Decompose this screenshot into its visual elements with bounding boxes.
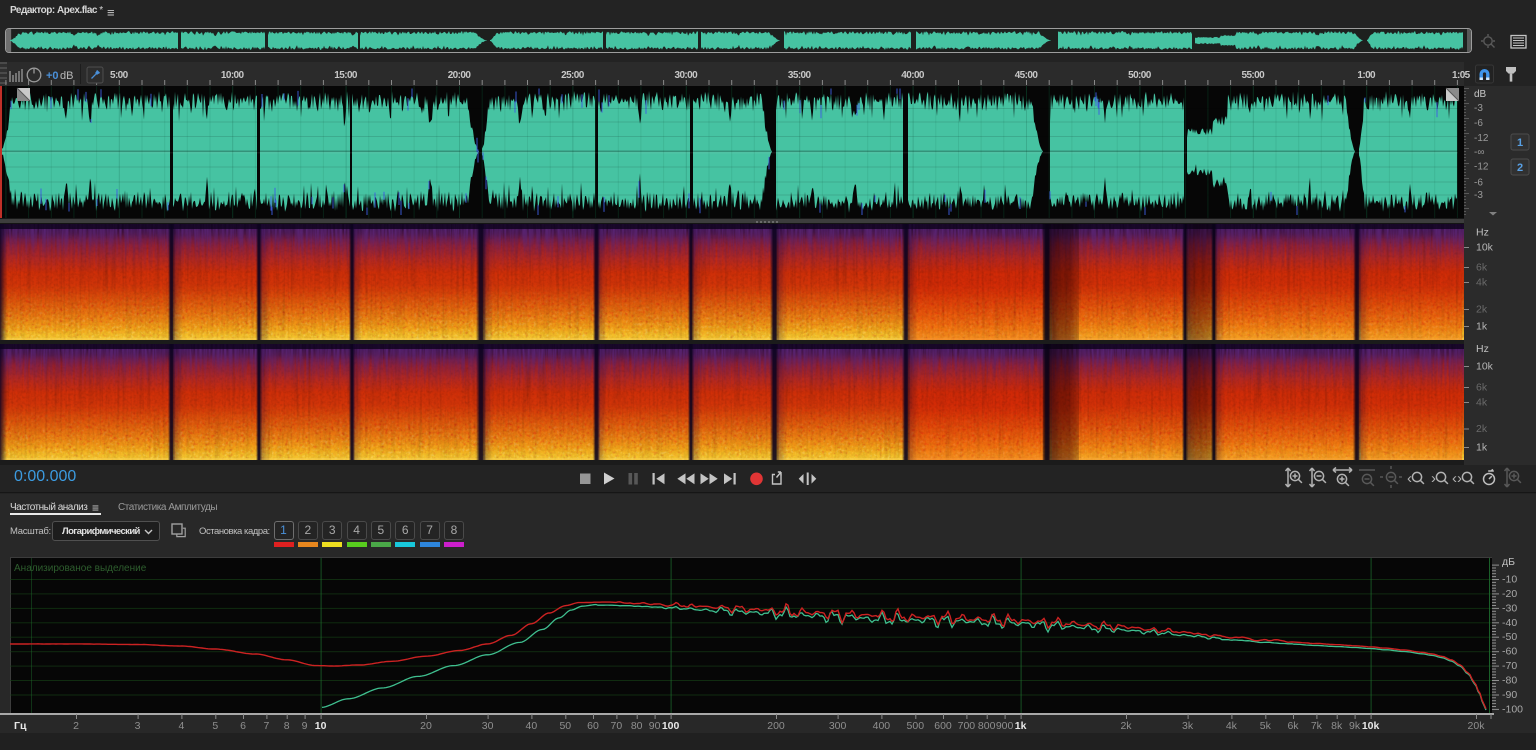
svg-text:70: 70 [611,720,623,732]
svg-text:10k: 10k [1362,720,1380,732]
svg-text:-50: -50 [1502,631,1517,643]
svg-text:5: 5 [212,720,218,732]
svg-text:2: 2 [73,720,79,732]
svg-text:3k: 3k [1182,720,1194,732]
svg-text:4k: 4k [1226,720,1238,732]
svg-text:400: 400 [873,720,891,732]
svg-text:5k: 5k [1260,720,1272,732]
svg-text:80: 80 [631,720,643,732]
svg-text:20k: 20k [1468,720,1486,732]
svg-text:-30: -30 [1502,602,1517,614]
svg-text:40: 40 [526,720,538,732]
svg-text:60: 60 [587,720,599,732]
svg-text:600: 600 [934,720,952,732]
svg-text:4: 4 [178,720,184,732]
svg-text:8: 8 [284,720,290,732]
svg-text:500: 500 [907,720,925,732]
svg-text:200: 200 [767,720,785,732]
svg-text:6: 6 [240,720,246,732]
svg-text:30: 30 [482,720,494,732]
svg-text:-10: -10 [1502,574,1517,586]
svg-text:7k: 7k [1311,720,1323,732]
svg-text:9k: 9k [1349,720,1361,732]
svg-text:2k: 2k [1120,720,1132,732]
svg-text:-90: -90 [1502,689,1517,701]
svg-text:-40: -40 [1502,617,1517,629]
svg-text:100: 100 [662,720,680,732]
svg-text:20: 20 [420,720,432,732]
svg-text:6k: 6k [1287,720,1299,732]
svg-text:9: 9 [302,720,308,732]
svg-text:50: 50 [559,720,571,732]
svg-text:300: 300 [829,720,847,732]
svg-text:8k: 8k [1331,720,1343,732]
svg-text:3: 3 [135,720,141,732]
svg-text:800: 800 [978,720,996,732]
svg-text:-20: -20 [1502,588,1517,600]
svg-text:700: 700 [958,720,976,732]
svg-text:-80: -80 [1502,675,1517,687]
svg-text:90: 90 [649,720,661,732]
svg-text:Анализированое выделение: Анализированое выделение [14,563,147,574]
svg-text:7: 7 [263,720,269,732]
svg-text:900: 900 [996,720,1014,732]
svg-text:-70: -70 [1502,660,1517,672]
svg-text:дБ: дБ [1502,556,1515,568]
svg-text:Гц: Гц [14,720,27,732]
svg-text:1k: 1k [1015,720,1027,732]
svg-text:10: 10 [315,720,327,732]
svg-text:-100: -100 [1502,703,1523,715]
svg-text:-60: -60 [1502,646,1517,658]
